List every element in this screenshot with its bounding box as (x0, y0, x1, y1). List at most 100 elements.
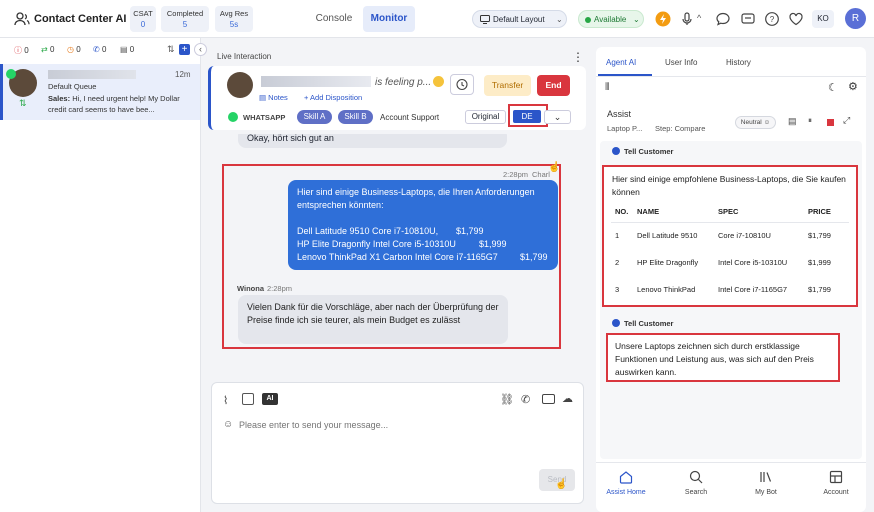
template-icon[interactable] (242, 393, 254, 405)
ai-icon[interactable]: AI (262, 393, 278, 405)
collapse-panel-button[interactable]: ‹ (194, 43, 207, 56)
suggestion-card-products[interactable]: Hier sind einige empfohlene Business-Lap… (602, 165, 858, 307)
item-price: $1,799 (520, 252, 548, 262)
stat-label: Completed (166, 9, 204, 18)
agents-icon (14, 11, 30, 27)
suggestion-text: Hier sind einige empfohlene Business-Lap… (612, 174, 846, 197)
svg-text:?: ? (770, 15, 775, 24)
table-row: 1 Dell Latitude 9510 Core i7-10810U $1,7… (611, 222, 849, 249)
bottom-nav: Assist Home Search My Bot Account (596, 462, 866, 512)
interaction-panel: Live Interaction ⋮ is feeling p... ▤ Not… (208, 44, 590, 512)
cobrowse-icon[interactable]: ☁ (562, 392, 573, 405)
app-title: Contact Center AI (34, 13, 127, 25)
counter-value: 0 (49, 45, 55, 54)
agent-ai-panel: Agent AI User Info History ⦀ ☾ ⚙ Assist … (596, 47, 866, 512)
phone-icon: ✆ (93, 45, 100, 54)
grid-icon (829, 470, 843, 484)
stat-label: Avg Res (219, 9, 249, 18)
cursor-hand-icon: ☝ (548, 162, 561, 173)
chevron-down-icon: ⌄ (633, 15, 640, 24)
lightning-icon[interactable] (655, 11, 671, 27)
tab-user-info[interactable]: User Info (665, 58, 697, 67)
voice-waveform-icon[interactable]: ⦀ (605, 82, 609, 93)
stat-avg-res: Avg Res 5s (215, 6, 253, 32)
cell-no: 1 (615, 231, 620, 241)
stop-icon[interactable] (827, 119, 834, 126)
agent-message-item: HP Elite Dragonfly Intel Core i5-10310U … (297, 238, 549, 251)
suggestion-card-text[interactable]: Unsere Laptops zeichnen sich durch erstk… (606, 333, 840, 382)
document-icon[interactable]: ▤ (788, 116, 797, 127)
lang-dropdown-button[interactable]: ⌄ (544, 110, 571, 124)
settings-icon[interactable]: ⚙ (848, 80, 858, 93)
counter-value: 0 (129, 45, 135, 54)
microphone-icon[interactable] (679, 11, 695, 27)
avatar[interactable]: R (845, 8, 866, 29)
monitor-icon (480, 15, 490, 24)
lang-original-button[interactable]: Original (465, 110, 506, 124)
cursor-hand-icon: ☝ (555, 479, 568, 490)
tab-agent-ai[interactable]: Agent AI (606, 58, 636, 67)
emoji-icon[interactable]: ☺ (223, 419, 233, 430)
moon-icon[interactable]: ☾ (828, 81, 838, 94)
customer-status: is feeling p... (375, 77, 432, 88)
end-button[interactable]: End (537, 75, 570, 96)
stat-csat: CSAT 0 (130, 6, 156, 32)
skill-chip: Skill B (338, 110, 373, 124)
transfer-icon: ⇅ (19, 98, 27, 108)
tab-history[interactable]: History (726, 58, 751, 67)
suggestions-area: Tell Customer Hier sind einige empfohlen… (600, 141, 862, 459)
help-icon[interactable]: ? (764, 11, 780, 27)
nav-label: My Bot (755, 489, 777, 496)
sentiment-emoji-icon (433, 76, 444, 87)
tabs-divider (596, 76, 866, 77)
chat-icon[interactable] (715, 11, 731, 27)
item-name: Lenovo ThinkPad X1 Carbon Intel Core i7-… (297, 252, 498, 262)
more-options-icon[interactable]: ⋮ (572, 50, 584, 64)
agent-message-item: Dell Latitude 9510 Core i7-10810U, $1,79… (297, 225, 549, 238)
heart-icon[interactable] (788, 11, 804, 27)
history-button[interactable] (450, 74, 474, 95)
nav-assist-home[interactable]: Assist Home (596, 469, 656, 505)
assist-card: Assist Laptop P... Step: Compare Neutral… (598, 99, 864, 137)
note-counter: ▤ 0 (120, 45, 134, 54)
assist-step: Step: Compare (655, 124, 706, 133)
channel-label: WHATSAPP (243, 113, 286, 122)
pause-icon[interactable]: ⏸ (808, 116, 812, 126)
agent-message-time: 2:28pm (503, 170, 529, 179)
notes-link[interactable]: ▤ Notes (259, 93, 288, 102)
stat-value: 0 (140, 20, 146, 29)
customer-avatar (227, 72, 253, 98)
product-table: NO. NAME SPEC PRICE 1 Dell Latitude 9510… (611, 202, 849, 303)
chevron-up-icon[interactable]: ^ (697, 13, 701, 23)
link-icon[interactable]: ⛓ (500, 393, 514, 406)
expand-icon[interactable]: ⤢ (843, 115, 850, 126)
sort-icon[interactable]: ⇅ (167, 44, 175, 55)
video-icon[interactable] (542, 394, 555, 404)
nav-account[interactable]: Account (806, 469, 866, 505)
top-bar: Contact Center AI CSAT 0 Completed 5 Avg… (0, 0, 874, 38)
transfer-button[interactable]: Transfer (484, 75, 531, 96)
message-input[interactable] (239, 416, 569, 433)
attachment-icon[interactable]: ⌇ (223, 394, 228, 407)
user-initials-badge[interactable]: KO (812, 10, 834, 28)
nav-search[interactable]: Search (666, 469, 726, 505)
add-icon[interactable]: + (179, 44, 190, 55)
queue-item[interactable]: ⇅ 12m Default Queue Sales: Hi, I need ur… (0, 64, 200, 120)
nav-my-bot[interactable]: My Bot (736, 469, 796, 505)
message-square-icon[interactable] (740, 11, 756, 27)
layout-label: Default Layout (493, 15, 545, 24)
cell-spec: Core i7-10810U (718, 231, 771, 241)
lang-de-button[interactable]: DE (513, 110, 541, 123)
customer-card: is feeling p... ▤ Notes + Add Dispositio… (208, 66, 586, 130)
conversation-area: Okay, hört sich gut an 2:28pm Charl ☝ Hi… (208, 134, 590, 384)
tab-monitor[interactable]: Monitor (363, 6, 415, 32)
layout-select[interactable]: Default Layout ⌄ (472, 10, 567, 28)
table-header-row: NO. NAME SPEC PRICE (611, 202, 849, 222)
document-icon: ▤ (120, 45, 128, 54)
add-disposition-link[interactable]: + Add Disposition (304, 93, 362, 102)
cell-spec: Intel Core i7-1165G7 (718, 285, 788, 294)
phone-icon[interactable]: ✆ (521, 393, 530, 406)
cell-spec: Intel Core i5-10310U (718, 258, 788, 267)
tab-console[interactable]: Console (308, 6, 360, 32)
status-select[interactable]: Available ⌄ (578, 10, 644, 28)
